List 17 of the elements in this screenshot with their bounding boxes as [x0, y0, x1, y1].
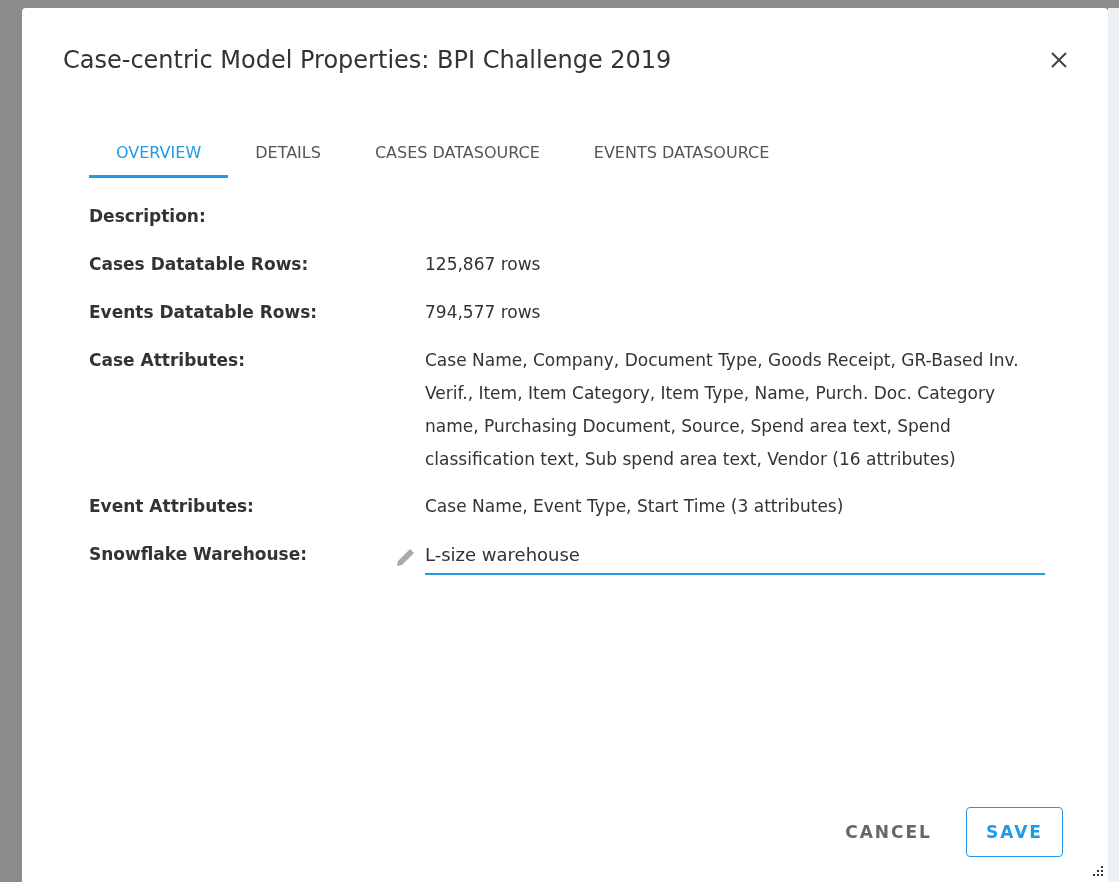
dialog-title: Case-centric Model Properties: BPI Challenge 2019: [63, 46, 672, 74]
property-label: Description:: [89, 205, 206, 228]
resize-grip-icon[interactable]: [1092, 866, 1104, 878]
property-value: 125,867 rows: [425, 253, 542, 276]
tab[interactable]: CASES DATASOURCE: [347, 131, 567, 178]
close-icon: [1050, 51, 1068, 69]
property-label: Cases Datatable Rows:: [89, 253, 309, 276]
property-label: Snowflake Warehouse:: [89, 543, 307, 566]
tab[interactable]: EVENTS DATASOURCE: [566, 131, 797, 178]
property-label: Case Attributes:: [89, 349, 245, 372]
tab[interactable]: DETAILS: [228, 131, 348, 178]
cancel-button[interactable]: CANCEL: [831, 808, 946, 856]
property-label: Event Attributes:: [89, 495, 254, 518]
property-label: Events Datatable Rows:: [89, 301, 318, 324]
property-value: Case Name, Company, Document Type, Goods Receipt, GR-Based Inv. Verif., Item, Item Category, Item Type, Name, Purch. Doc. Category name, Purchasing Document, Source, Spend area text, Spend classification text, Sub spend area text, Vendor (16 attributes): [425, 349, 1020, 471]
property-value: Case Name, Event Type, Start Time (3 attributes): [425, 495, 845, 518]
property-value: 794,577 rows: [425, 301, 542, 324]
